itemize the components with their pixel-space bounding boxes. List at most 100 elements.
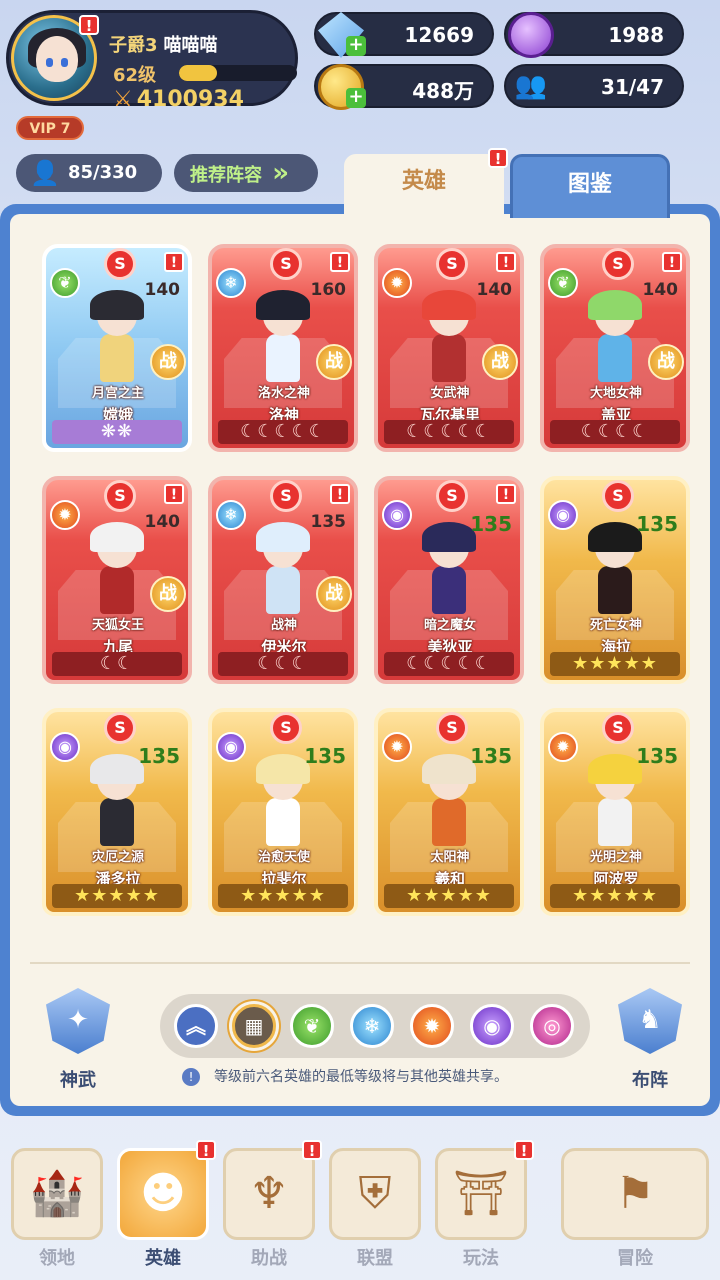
hero-level: 140 bbox=[144, 512, 181, 532]
hero-body bbox=[432, 798, 466, 846]
filter-rank-icon[interactable]: ︽ bbox=[174, 1004, 218, 1048]
hero-level: 140 bbox=[642, 280, 679, 300]
hero-body bbox=[266, 334, 300, 382]
hero-alert-icon: ! bbox=[496, 484, 516, 504]
hero-hair bbox=[588, 754, 642, 784]
friends-resource[interactable]: 👥 31/47 bbox=[504, 64, 684, 108]
avatar-face bbox=[36, 36, 78, 82]
hero-portrait bbox=[582, 522, 648, 626]
hero-title: 大地女神 bbox=[589, 386, 642, 401]
nav-adventure[interactable]: ⚑ 冒险 bbox=[560, 1148, 710, 1278]
hero-hair bbox=[588, 290, 642, 320]
dark-element-icon: ◉ bbox=[548, 500, 578, 530]
hero-card[interactable]: ❄ S ! 135 战 战神 伊米尔 ☾☾☾ bbox=[208, 476, 358, 684]
filter-nature-icon[interactable]: ❦ bbox=[290, 1004, 334, 1048]
recommend-lineup-button[interactable]: 推荐阵容 » bbox=[174, 154, 318, 192]
hero-card[interactable]: ❦ S ! 140 战 大地女神 盖亚 ☾☾☾☾ bbox=[540, 244, 690, 452]
friends-icon: 👥 bbox=[514, 71, 548, 101]
hero-card[interactable]: ✹ S ! 140 战 天狐女王 九尾 ☾☾ bbox=[42, 476, 192, 684]
hero-portrait bbox=[250, 754, 316, 858]
diamond-resource[interactable]: + 12669 bbox=[314, 12, 494, 58]
formation-button[interactable]: ♞ 布阵 bbox=[610, 988, 690, 1098]
hero-title: 死亡女神 bbox=[589, 618, 642, 633]
info-icon: ! bbox=[182, 1068, 200, 1086]
hero-level: 135 bbox=[304, 744, 346, 768]
gold-resource[interactable]: + 488万 bbox=[314, 64, 494, 110]
hero-hair bbox=[256, 290, 310, 320]
divine-weapon-label: 神武 bbox=[60, 1070, 96, 1091]
friends-value: 31/47 bbox=[601, 75, 664, 99]
hero-title: 战神 bbox=[270, 618, 297, 633]
tab-codex[interactable]: 图鉴 bbox=[510, 154, 670, 218]
nav-gameplay[interactable]: ⛩ ! 玩法 bbox=[434, 1140, 534, 1278]
divine-weapon-button[interactable]: ✦ 神武 bbox=[38, 988, 118, 1098]
top-bar: ! 子爵3 喵喵喵 62级 ⚔ 4100934 VIP 7 + 12669 1988… bbox=[0, 0, 720, 150]
s-rank-icon: S bbox=[270, 712, 302, 744]
player-card[interactable]: ! 子爵3 喵喵喵 62级 ⚔ 4100934 bbox=[6, 10, 298, 112]
hero-hair bbox=[90, 522, 144, 552]
hero-card[interactable]: ◉ S 135 灾厄之源 潘多拉 ★★★★★ bbox=[42, 708, 192, 916]
element-filter-bar: ︽ ▦ ❦ ❄ ✹ ◉ ◎ bbox=[160, 994, 590, 1058]
player-alert-icon: ! bbox=[79, 15, 99, 35]
hero-hair bbox=[90, 754, 144, 784]
s-rank-icon: S bbox=[436, 480, 468, 512]
hero-level: 135 bbox=[470, 744, 512, 768]
hero-level: 160 bbox=[310, 280, 347, 300]
ice-element-icon: ❄ bbox=[216, 268, 246, 298]
nav-heroes-label: 英雄 bbox=[145, 1248, 181, 1269]
nav-territory-label: 领地 bbox=[39, 1248, 75, 1269]
add-diamond-icon[interactable]: + bbox=[346, 36, 366, 56]
hero-card[interactable]: ◉ S 135 死亡女神 海拉 ★★★★★ bbox=[540, 476, 690, 684]
hero-card[interactable]: ❄ S ! 160 战 洛水之神 洛神 ☾☾☾☾☾ bbox=[208, 244, 358, 452]
nav-assist[interactable]: ♆ ! 助战 bbox=[222, 1140, 322, 1278]
combat-power: ⚔ 4100934 bbox=[113, 87, 244, 112]
hero-card[interactable]: ◉ S ! 135 暗之魔女 美狄亚 ☾☾☾☾☾ bbox=[374, 476, 524, 684]
s-rank-icon: S bbox=[436, 712, 468, 744]
flag-icon: ⚑ bbox=[561, 1148, 709, 1240]
vip-badge[interactable]: VIP 7 bbox=[16, 116, 84, 140]
hero-panel: ❦ S ! 140 战 月宫之主 嫦娥 ❋❋ ❄ S ! 160 战 洛水之神 … bbox=[0, 204, 720, 1116]
hero-rating: ☾☾☾ bbox=[218, 652, 348, 676]
crossed-swords-icon: ⚔ bbox=[113, 87, 133, 112]
nav-alliance-label: 联盟 bbox=[357, 1248, 393, 1269]
nav-alliance[interactable]: ⛨ 联盟 bbox=[328, 1148, 422, 1278]
fire-element-icon: ✹ bbox=[50, 500, 80, 530]
filter-chaos-icon[interactable]: ◎ bbox=[530, 1004, 574, 1048]
hero-hair bbox=[588, 522, 642, 552]
hero-alert-icon: ! bbox=[330, 252, 350, 272]
player-name: 子爵3 喵喵喵 bbox=[109, 31, 218, 57]
nav-assist-label: 助战 bbox=[251, 1248, 287, 1269]
hero-card[interactable]: ❦ S ! 140 战 月宫之主 嫦娥 ❋❋ bbox=[42, 244, 192, 452]
nav-gameplay-label: 玩法 bbox=[463, 1248, 499, 1269]
hero-title: 天狐女王 bbox=[91, 618, 144, 633]
hero-portrait bbox=[582, 290, 648, 394]
filter-dark-icon[interactable]: ◉ bbox=[470, 1004, 514, 1048]
combat-power-value: 4100934 bbox=[136, 87, 244, 112]
filter-ice-icon[interactable]: ❄ bbox=[350, 1004, 394, 1048]
hero-level: 135 bbox=[636, 744, 678, 768]
dark-element-icon: ◉ bbox=[216, 732, 246, 762]
level-progress-bar bbox=[179, 65, 297, 81]
filter-fire-icon[interactable]: ✹ bbox=[410, 1004, 454, 1048]
nav-heroes[interactable]: ☻ ! 英雄 bbox=[116, 1140, 216, 1278]
nav-territory[interactable]: 🏰 领地 bbox=[10, 1148, 104, 1278]
tab-heroes[interactable]: 英雄 ! bbox=[344, 148, 508, 218]
in-battle-badge: 战 bbox=[316, 576, 352, 612]
gate-icon: ⛩ bbox=[435, 1148, 527, 1240]
s-rank-icon: S bbox=[270, 248, 302, 280]
hero-rating: ☾☾☾☾☾ bbox=[218, 420, 348, 444]
ice-element-icon: ❄ bbox=[216, 500, 246, 530]
add-gold-icon[interactable]: + bbox=[346, 88, 366, 108]
player-level: 62级 bbox=[113, 65, 157, 86]
knight-chess-icon: ♞ bbox=[618, 988, 682, 1054]
hero-title: 洛水之神 bbox=[257, 386, 310, 401]
hero-card[interactable]: ◉ S 135 治愈天使 拉斐尔 ★★★★★ bbox=[208, 708, 358, 916]
filter-all-icon[interactable]: ▦ bbox=[232, 1004, 276, 1048]
purple-currency-resource[interactable]: 1988 bbox=[504, 12, 684, 58]
hero-title: 女武神 bbox=[430, 386, 470, 401]
hero-title: 月宫之主 bbox=[91, 386, 144, 401]
hero-card[interactable]: ✹ S ! 140 战 女武神 瓦尔基里 ☾☾☾☾☾ bbox=[374, 244, 524, 452]
hero-card[interactable]: ✹ S 135 光明之神 阿波罗 ★★★★★ bbox=[540, 708, 690, 916]
hero-card[interactable]: ✹ S 135 太阳神 羲和 ★★★★★ bbox=[374, 708, 524, 916]
hero-alert-icon: ! bbox=[164, 252, 184, 272]
